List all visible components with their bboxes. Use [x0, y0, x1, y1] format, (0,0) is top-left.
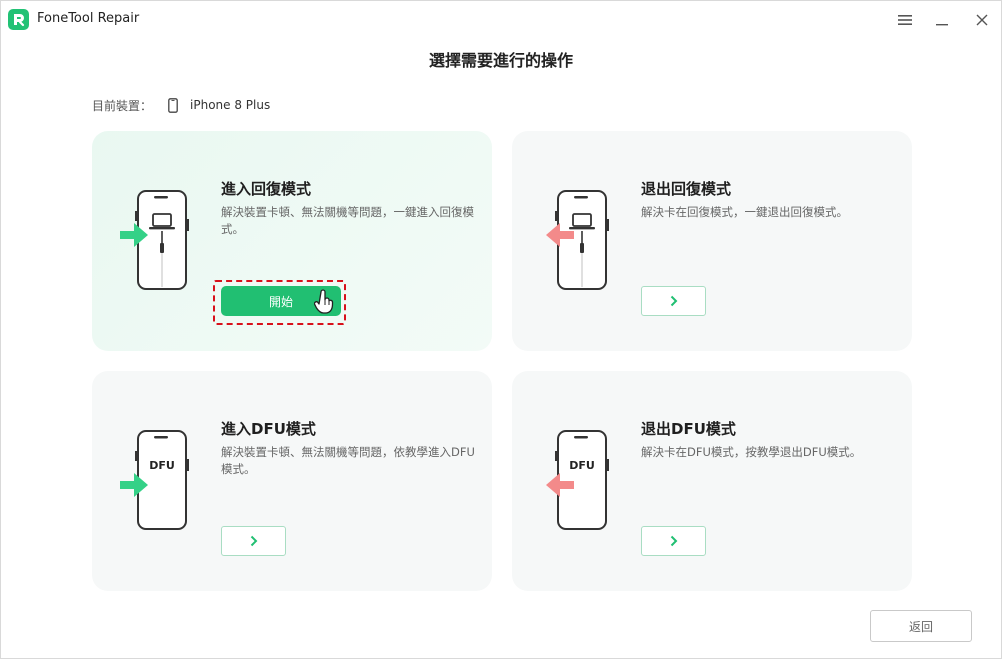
card-title: 退出DFU模式: [641, 420, 736, 438]
card-description: 解決裝置卡頓、無法關機等問題，依教學進入DFU模式。: [221, 445, 475, 476]
phone-laptop-enter-illustration: [120, 190, 189, 290]
card-title: 退出回復模式: [641, 180, 732, 198]
title-bar: FoneTool Repair: [1, 1, 1001, 39]
hand-pointer-icon: [314, 289, 334, 314]
card-description: 解決卡在DFU模式，按教學退出DFU模式。: [641, 445, 862, 459]
card-title: 進入DFU模式: [221, 420, 316, 438]
app-title: FoneTool Repair: [37, 11, 140, 26]
chevron-right-icon: [250, 535, 257, 547]
dfu-screen-text: DFU: [569, 459, 595, 472]
phone-dfu-exit-illustration: DFU: [546, 430, 609, 530]
card-exit-recovery-mode: 退出回復模式 解決卡在回復模式，一鍵退出回復模式。: [512, 131, 912, 351]
close-icon[interactable]: [969, 7, 995, 33]
back-button[interactable]: 返回: [870, 610, 972, 642]
dfu-screen-text: DFU: [149, 459, 175, 472]
device-name: iPhone 8 Plus: [190, 98, 271, 112]
enter-dfu-next-button[interactable]: [221, 526, 286, 556]
device-label: 目前裝置：: [92, 98, 153, 113]
exit-dfu-next-button[interactable]: [641, 526, 706, 556]
card-exit-dfu-mode: DFU 退出DFU模式 解決卡在DFU模式，按教學退出DFU模式。: [512, 371, 912, 591]
card-description: 解決裝置卡頓、無法關機等問題，一鍵進入回復模式。: [221, 205, 474, 236]
card-title: 進入回復模式: [221, 180, 312, 198]
card-description: 解決卡在回復模式，一鍵退出回復模式。: [641, 205, 848, 219]
chevron-right-icon: [670, 295, 677, 307]
start-button-label: 開始: [268, 294, 293, 309]
card-enter-recovery-mode: 進入回復模式 解決裝置卡頓、無法關機等問題，一鍵進入回復模式。 開始: [92, 131, 492, 351]
app-window: FoneTool Repair 選擇需要進行的操作 目前裝置： iPhone 8…: [0, 0, 1002, 659]
back-button-label: 返回: [908, 619, 933, 634]
phone-icon: [168, 97, 180, 113]
exit-recovery-next-button[interactable]: [641, 286, 706, 316]
hamburger-menu-icon[interactable]: [892, 7, 918, 33]
phone-dfu-enter-illustration: DFU: [120, 430, 189, 530]
phone-laptop-exit-illustration: [546, 190, 609, 290]
page-title: 選擇需要進行的操作: [428, 51, 573, 70]
current-device: 目前裝置： iPhone 8 Plus: [92, 96, 270, 114]
minimize-icon[interactable]: [929, 7, 955, 33]
card-enter-dfu-mode: DFU 進入DFU模式 解決裝置卡頓、無法關機等問題，依教學進入DFU模式。: [92, 371, 492, 591]
app-logo-icon: [8, 9, 29, 30]
chevron-right-icon: [670, 535, 677, 547]
